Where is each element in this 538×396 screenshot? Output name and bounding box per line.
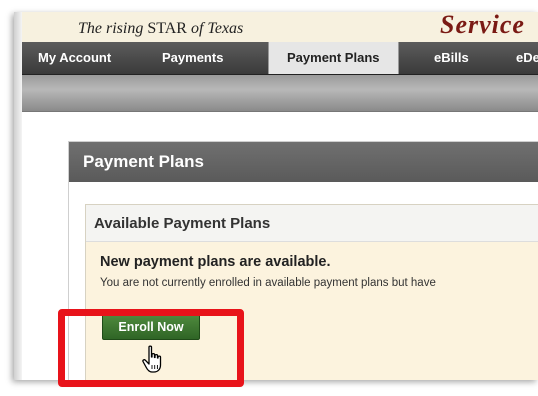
tab-payment-plans[interactable]: Payment Plans [268, 42, 399, 74]
tab-payments[interactable]: Payments [162, 42, 223, 74]
site-brand-logo: Service [440, 12, 525, 39]
site-header: The rising STAR of Texas Service [22, 12, 538, 42]
tab-ebills[interactable]: eBills [434, 42, 469, 74]
tab-my-account[interactable]: My Account [38, 42, 111, 74]
card-title: Available Payment Plans [94, 215, 271, 232]
tab-edelivery[interactable]: eDe [516, 42, 538, 74]
sub-nav-bar [22, 75, 538, 112]
hand-pointer-icon [141, 345, 165, 380]
window-edge [14, 12, 22, 380]
site-tagline: The rising STAR of Texas [78, 20, 243, 38]
main-nav: My Account Payments Payment Plans eBills… [22, 42, 538, 75]
page-title: Payment Plans [83, 152, 204, 171]
panel-header: Payment Plans [69, 142, 538, 182]
tagline-prefix: The rising [78, 20, 148, 37]
tagline-star: STAR [147, 20, 187, 37]
notice-heading: New payment plans are available. [100, 254, 331, 270]
tagline-suffix: of Texas [186, 20, 244, 37]
card-header: Available Payment Plans [86, 205, 538, 242]
notice-text: You are not currently enrolled in availa… [100, 277, 436, 289]
